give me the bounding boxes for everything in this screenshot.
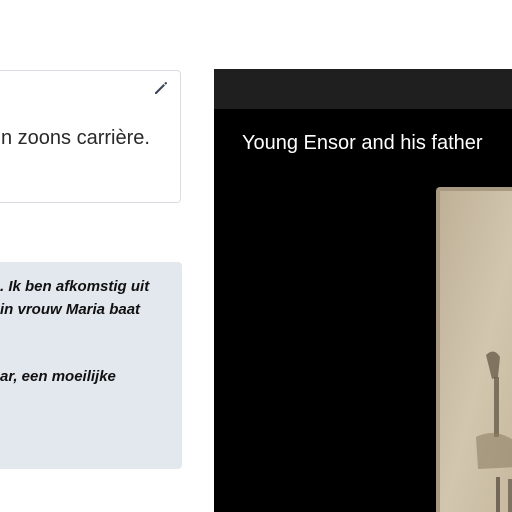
quote-line: in vrouw Maria baat <box>0 301 141 318</box>
viewer-toolbar <box>214 69 512 109</box>
pencil-icon <box>153 80 169 101</box>
edit-button[interactable] <box>150 79 172 101</box>
quote-box: . Ik ben afkomstig uit in vrouw Maria ba… <box>0 262 182 469</box>
quote-line: . Ik ben afkomstig uit <box>0 278 150 295</box>
photo-image[interactable] <box>436 187 512 512</box>
media-viewer[interactable]: Young Ensor and his father <box>214 69 512 512</box>
editable-text-card[interactable]: n zoons carrière. <box>0 70 181 203</box>
quote-line: ar, een moeilijke <box>0 368 116 385</box>
image-caption: Young Ensor and his father <box>242 132 483 154</box>
card-text: n zoons carrière. <box>1 127 150 149</box>
page: n zoons carrière. . Ik ben afkomstig uit… <box>0 0 512 512</box>
